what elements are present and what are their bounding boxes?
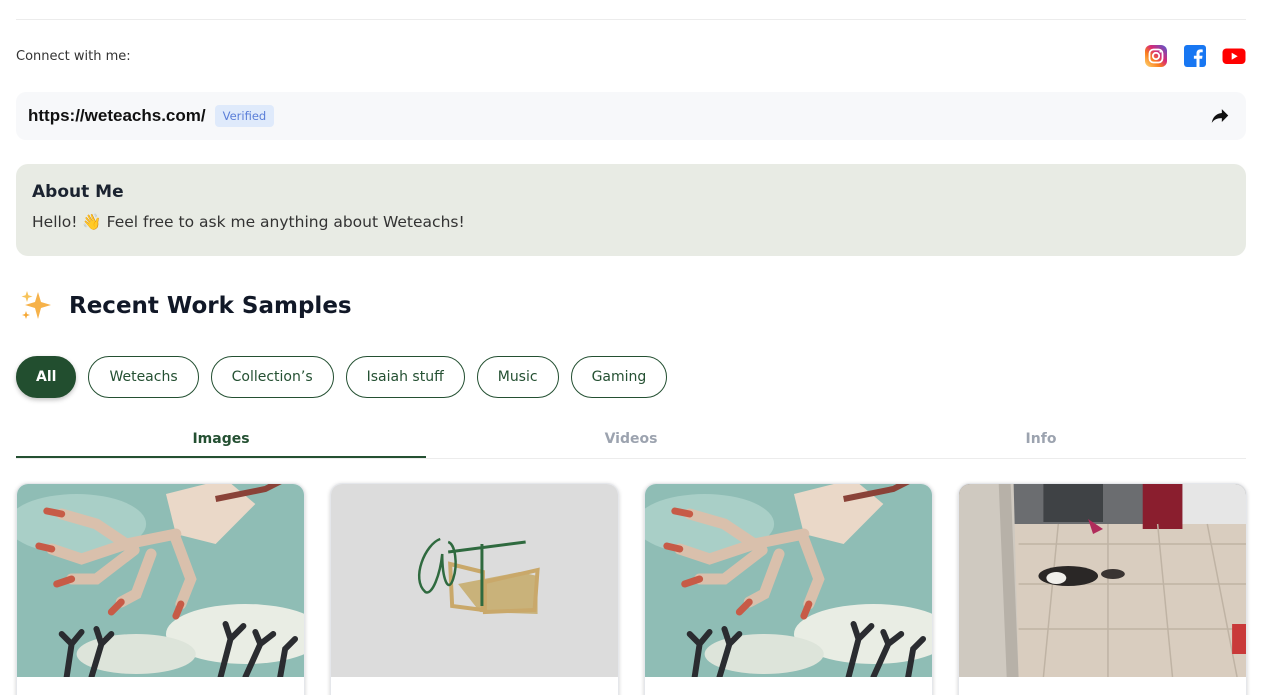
- about-section: About Me Hello! 👋 Feel free to ask me an…: [16, 164, 1246, 256]
- connect-label: Connect with me:: [16, 48, 131, 64]
- instagram-icon[interactable]: [1144, 44, 1168, 68]
- share-icon[interactable]: [1208, 104, 1232, 128]
- social-links: [1144, 44, 1246, 68]
- sample-card[interactable]: [16, 483, 305, 695]
- robot-hand-image: [17, 484, 304, 677]
- tab-images[interactable]: Images: [16, 424, 426, 458]
- sample-card[interactable]: [644, 483, 933, 695]
- filter-chip-weteachs[interactable]: Weteachs: [88, 356, 199, 398]
- divider: [16, 19, 1246, 20]
- filter-chip-all[interactable]: All: [16, 356, 77, 398]
- filter-chip-music[interactable]: Music: [476, 356, 559, 398]
- samples-header: Recent Work Samples: [18, 288, 352, 324]
- sample-card[interactable]: [330, 483, 619, 695]
- filter-chip-collections[interactable]: Collection’s: [210, 356, 334, 398]
- sparkles-icon: [21, 291, 51, 319]
- about-text: Hello! 👋 Feel free to ask me anything ab…: [32, 213, 465, 231]
- tab-videos[interactable]: Videos: [426, 424, 836, 458]
- filter-chip-isaiah-stuff[interactable]: Isaiah stuff: [345, 356, 465, 398]
- sample-card[interactable]: [958, 483, 1247, 695]
- filter-chip-gaming[interactable]: Gaming: [570, 356, 668, 398]
- samples-grid: [16, 483, 1247, 695]
- profile-url[interactable]: https://weteachs.com/: [28, 106, 206, 126]
- verified-badge: Verified: [214, 105, 275, 127]
- youtube-icon[interactable]: [1222, 44, 1246, 68]
- profile-link-card: https://weteachs.com/ Verified: [16, 92, 1246, 140]
- connect-row: Connect with me:: [16, 43, 1246, 69]
- tab-info[interactable]: Info: [836, 424, 1246, 458]
- samples-title: Recent Work Samples: [69, 293, 352, 319]
- robot-hand-image: [645, 484, 932, 677]
- filter-chips: All Weteachs Collection’s Isaiah stuff M…: [16, 356, 668, 398]
- media-tabs: Images Videos Info: [16, 424, 1246, 459]
- about-title: About Me: [32, 182, 124, 202]
- facebook-icon[interactable]: [1183, 44, 1207, 68]
- weteachs-logo-image: [331, 484, 618, 677]
- dogs-photo-image: [959, 484, 1246, 677]
